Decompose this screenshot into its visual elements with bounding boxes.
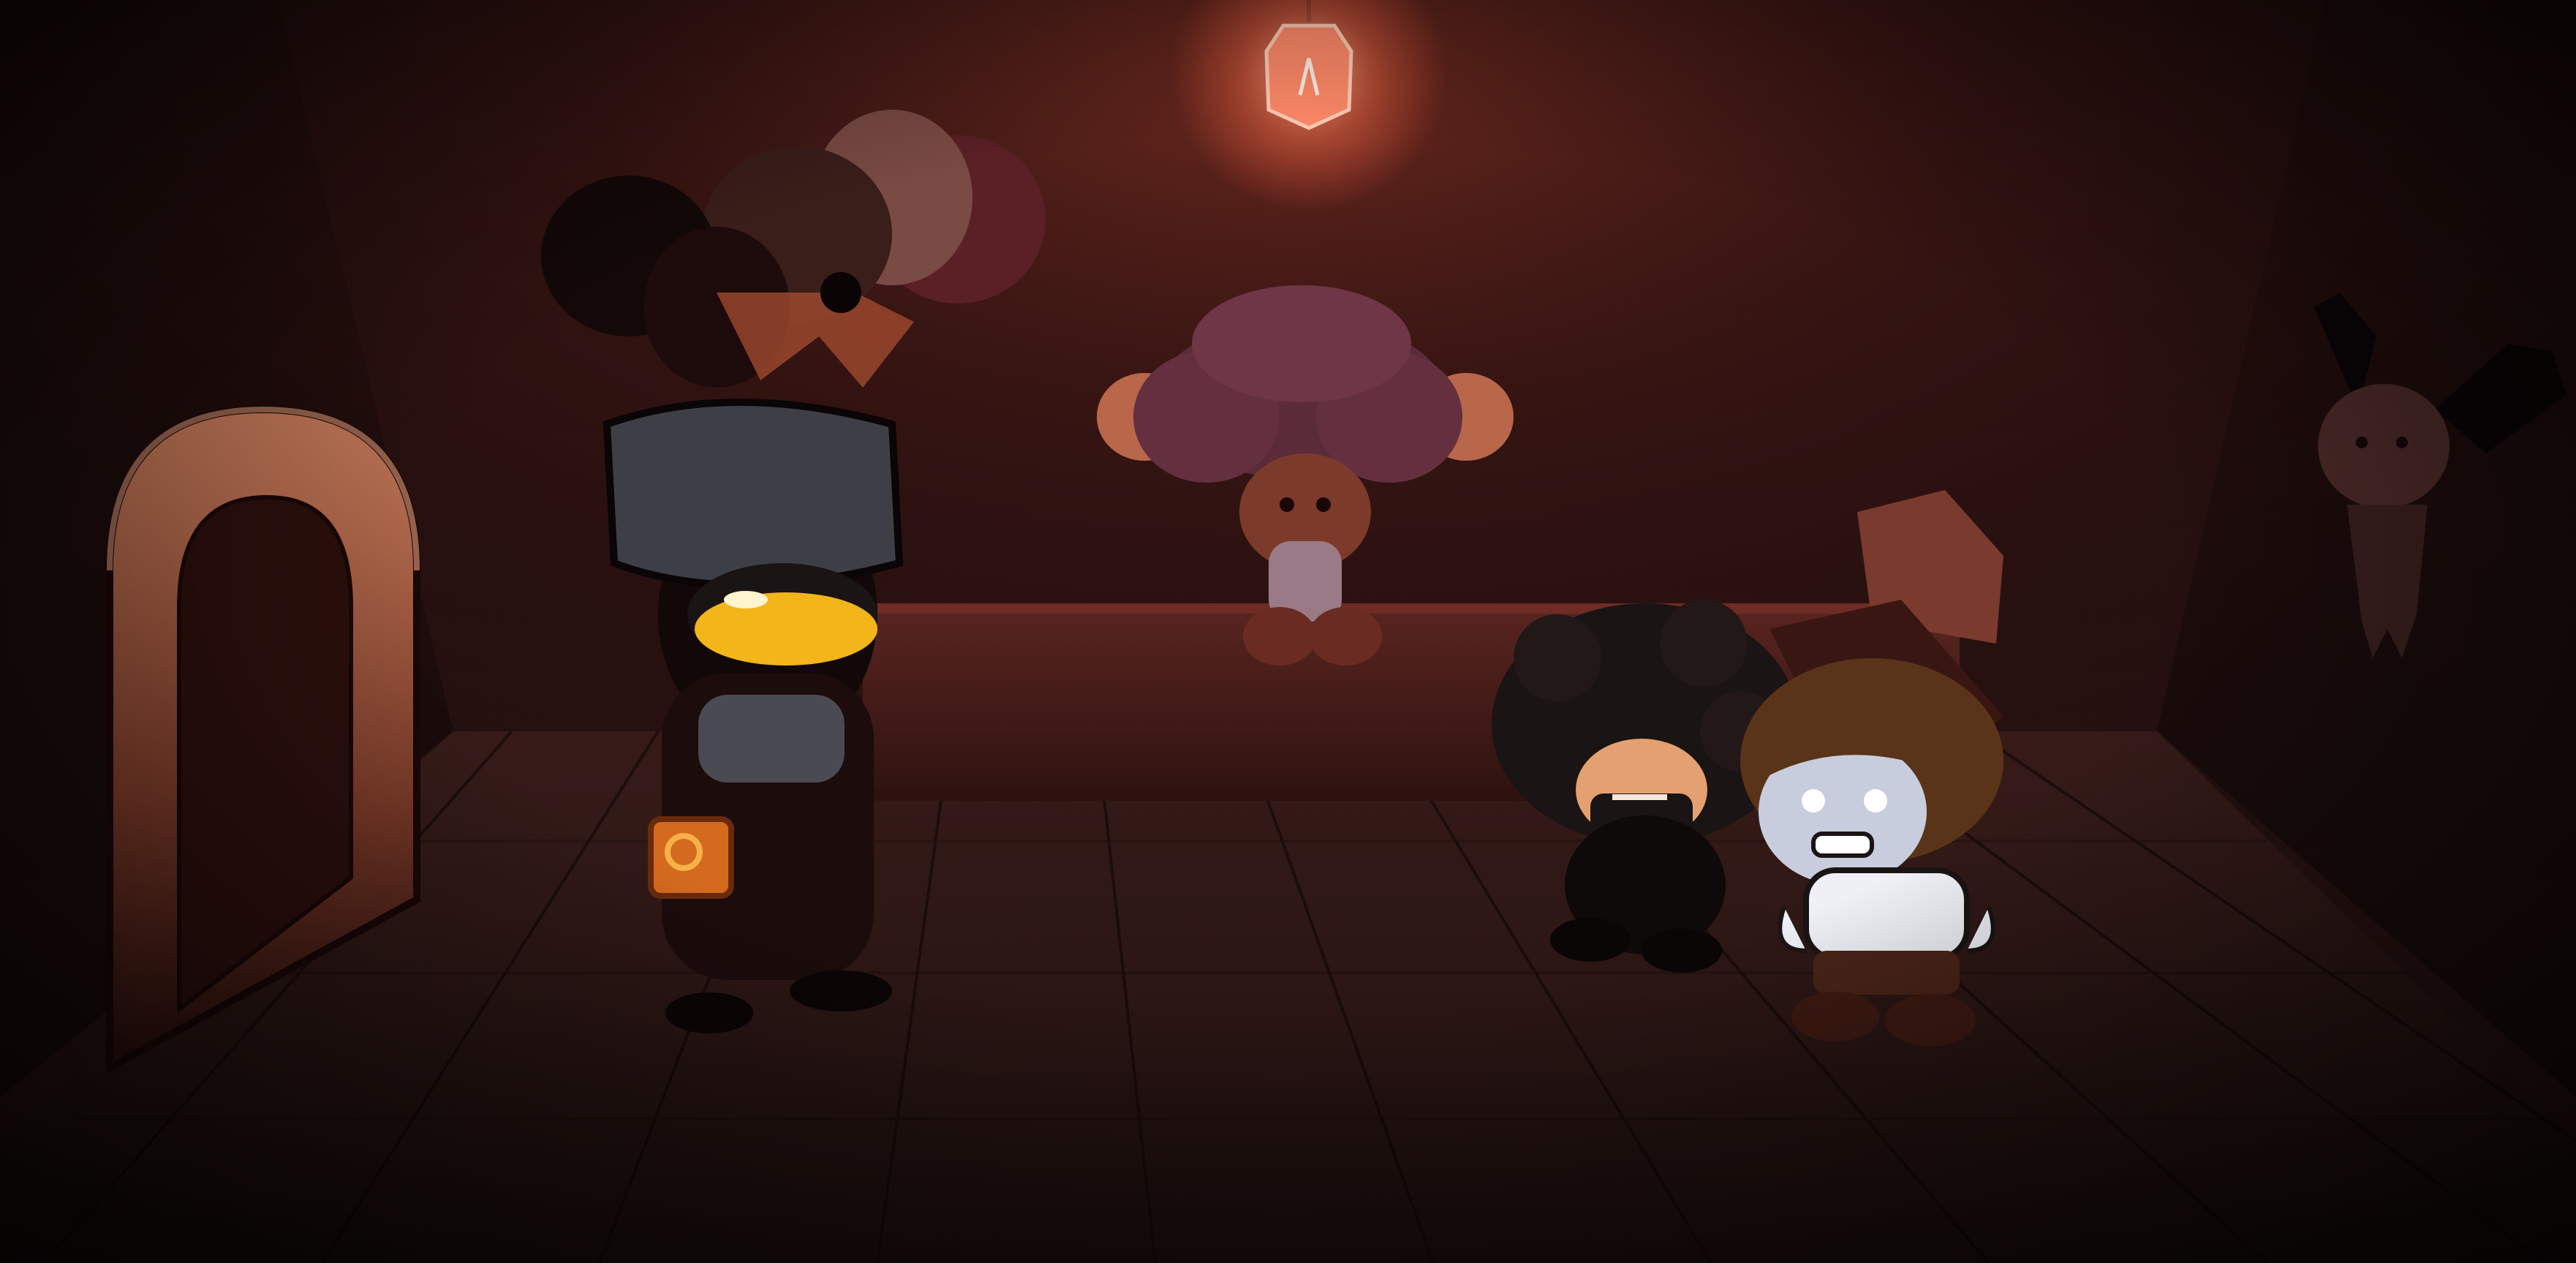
scene-canvas	[0, 0, 2576, 1263]
game-scene	[0, 0, 2576, 1263]
vignette-overlay	[0, 0, 2576, 1263]
